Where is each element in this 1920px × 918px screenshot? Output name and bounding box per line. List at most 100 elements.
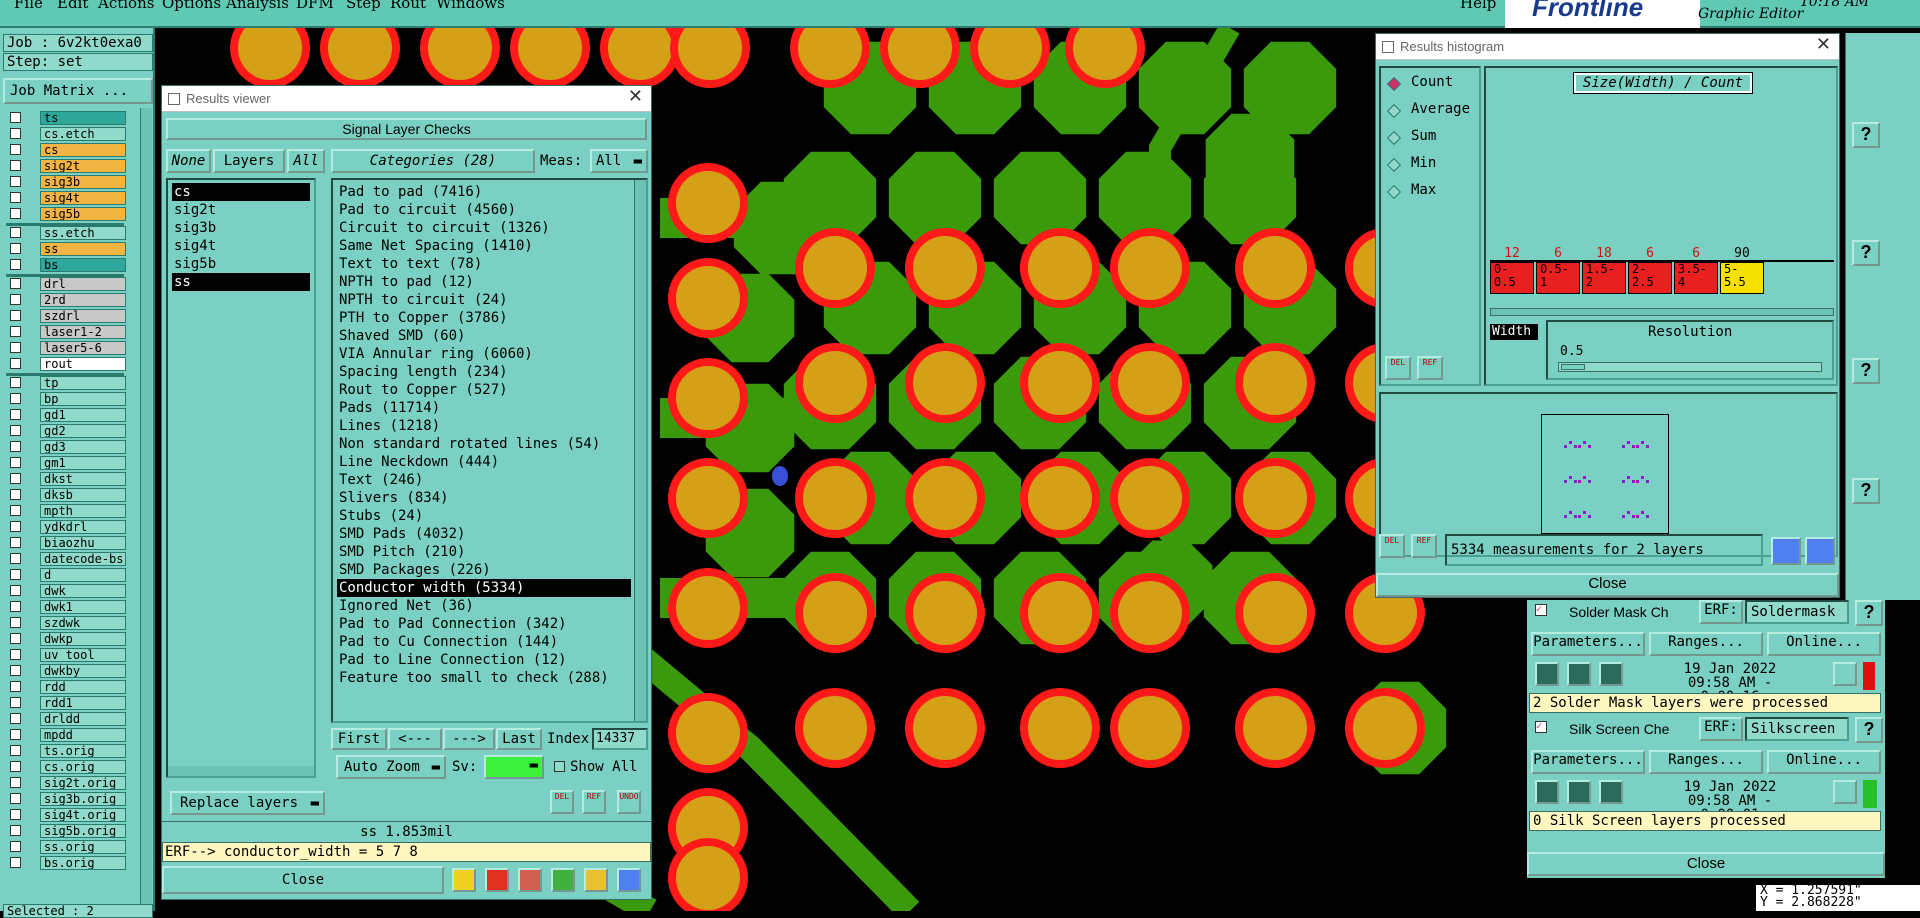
- layer-checkbox[interactable]: [10, 294, 21, 305]
- layer-name[interactable]: cs.orig: [40, 760, 126, 774]
- category-item[interactable]: Slivers (834): [337, 489, 449, 507]
- layer-name[interactable]: cs: [40, 143, 126, 157]
- menu-edit[interactable]: Edit: [57, 0, 88, 12]
- none-button[interactable]: None: [166, 149, 211, 173]
- layer-row[interactable]: sig4t: [6, 191, 126, 205]
- layer-name[interactable]: sig4t: [40, 191, 126, 205]
- layer-row[interactable]: gd2: [6, 424, 126, 438]
- index-input[interactable]: 14337: [592, 728, 648, 750]
- category-item[interactable]: Same Net Spacing (1410): [337, 237, 533, 255]
- menu-rout[interactable]: Rout: [390, 0, 426, 12]
- first-button[interactable]: First: [331, 728, 387, 750]
- layer-name[interactable]: ts.orig: [40, 744, 126, 758]
- close-icon[interactable]: ✕: [1816, 34, 1831, 55]
- layer-name[interactable]: mpth: [40, 504, 126, 518]
- layer-name[interactable]: sig5b: [40, 207, 126, 221]
- layer-name[interactable]: cs.etch: [40, 127, 126, 141]
- layer-name[interactable]: gd1: [40, 408, 126, 422]
- category-item[interactable]: Feature too small to check (288): [337, 669, 609, 687]
- run-icon[interactable]: [1535, 780, 1559, 804]
- help-button[interactable]: ?: [1852, 358, 1880, 384]
- category-item[interactable]: Text (246): [337, 471, 423, 489]
- layer-row[interactable]: ss: [6, 242, 126, 256]
- categories-tab[interactable]: Categories (28): [331, 149, 535, 173]
- category-item[interactable]: SMD Packages (226): [337, 561, 491, 579]
- layer-checkbox[interactable]: [10, 681, 21, 692]
- layer-row[interactable]: mpth: [6, 504, 126, 518]
- layer-result-list[interactable]: cs sig2t sig3b sig4t sig5b ss: [166, 178, 316, 778]
- result-layer-item[interactable]: sig5b: [172, 255, 216, 273]
- layer-row[interactable]: 2rd: [6, 293, 126, 307]
- help-button[interactable]: ?: [1855, 717, 1883, 743]
- layer-checkbox[interactable]: [10, 342, 21, 353]
- stats-icon[interactable]: [551, 868, 575, 892]
- bin-bar[interactable]: 5- 5.5: [1720, 262, 1764, 294]
- layer-checkbox[interactable]: [10, 377, 21, 388]
- meas-select[interactable]: All ▬: [590, 149, 648, 173]
- run-step-icon[interactable]: [1567, 780, 1591, 804]
- online-button[interactable]: Online...: [1767, 632, 1881, 656]
- layer-name[interactable]: dwk1: [40, 600, 126, 614]
- layer-row[interactable]: tp: [6, 376, 126, 390]
- result-layer-item[interactable]: sig4t: [172, 237, 216, 255]
- layer-checkbox[interactable]: [10, 521, 21, 532]
- category-item[interactable]: Pad to pad (7416): [337, 183, 482, 201]
- layer-name[interactable]: sig2t.orig: [40, 776, 126, 790]
- layer-checkbox[interactable]: [10, 585, 21, 596]
- layer-row[interactable]: drl: [6, 277, 126, 291]
- layer-row[interactable]: ss.etch: [6, 226, 126, 240]
- layer-row[interactable]: cs.etch: [6, 127, 126, 141]
- histogram-icon[interactable]: [617, 868, 641, 892]
- result-layer-item[interactable]: ss: [172, 273, 310, 291]
- layer-checkbox[interactable]: [10, 425, 21, 436]
- layer-row[interactable]: dwk1: [6, 600, 126, 614]
- undo-icon[interactable]: UNDO: [617, 790, 641, 814]
- menu-step[interactable]: Step: [346, 0, 381, 12]
- job-matrix-button[interactable]: Job Matrix ...: [3, 78, 153, 104]
- run-step-icon[interactable]: [1567, 662, 1591, 686]
- layer-name[interactable]: bs: [40, 258, 126, 272]
- category-item[interactable]: Pad to Cu Connection (144): [337, 633, 558, 651]
- parameters-button[interactable]: Parameters...: [1531, 750, 1645, 774]
- layer-name[interactable]: sig3b: [40, 175, 126, 189]
- layer-checkbox[interactable]: [10, 326, 21, 337]
- close-icon[interactable]: ✕: [628, 86, 643, 107]
- layer-checkbox[interactable]: [10, 441, 21, 452]
- layer-row[interactable]: rout: [6, 357, 126, 371]
- layer-name[interactable]: ts: [40, 111, 126, 125]
- layer-checkbox[interactable]: [10, 243, 21, 254]
- category-item[interactable]: Rout to Copper (527): [337, 381, 508, 399]
- histogram-hscroll[interactable]: [1490, 308, 1834, 316]
- layer-scrollbar[interactable]: [140, 108, 152, 908]
- menu-help[interactable]: Help: [1460, 0, 1496, 12]
- layer-checkbox[interactable]: [10, 176, 21, 187]
- layer-name[interactable]: gd2: [40, 424, 126, 438]
- layer-row[interactable]: laser5-6: [6, 341, 126, 355]
- bin-bar[interactable]: 3.5- 4: [1674, 262, 1718, 294]
- bin-bar[interactable]: 0- 0.5: [1490, 262, 1534, 294]
- run-all-icon[interactable]: [1599, 780, 1623, 804]
- list-icon[interactable]: [584, 868, 608, 892]
- layer-row[interactable]: bs.orig: [6, 856, 126, 870]
- layer-name[interactable]: sig4t.orig: [40, 808, 126, 822]
- layer-row[interactable]: dwkby: [6, 664, 126, 678]
- layer-name[interactable]: dwkby: [40, 664, 126, 678]
- menu-dfm[interactable]: DFM: [296, 0, 334, 12]
- layer-checkbox[interactable]: [10, 569, 21, 580]
- filter-icon[interactable]: [518, 868, 542, 892]
- layer-row[interactable]: dksb: [6, 488, 126, 502]
- layer-row[interactable]: drldd: [6, 712, 126, 726]
- bin-bar[interactable]: 2- 2.5: [1628, 262, 1672, 294]
- layer-checkbox[interactable]: [10, 160, 21, 171]
- layer-name[interactable]: 2rd: [40, 293, 126, 307]
- layer-row[interactable]: dwk: [6, 584, 126, 598]
- signal-layer-checks-header[interactable]: Signal Layer Checks: [166, 118, 647, 140]
- layer-row[interactable]: dkst: [6, 472, 126, 486]
- silk-screen-checkbox[interactable]: ✓: [1535, 721, 1547, 733]
- layer-checkbox[interactable]: [10, 473, 21, 484]
- layer-checkbox[interactable]: [10, 809, 21, 820]
- layer-row[interactable]: cs.orig: [6, 760, 126, 774]
- layer-checkbox[interactable]: [10, 793, 21, 804]
- layer-name[interactable]: dkst: [40, 472, 126, 486]
- layer-name[interactable]: bs.orig: [40, 856, 126, 870]
